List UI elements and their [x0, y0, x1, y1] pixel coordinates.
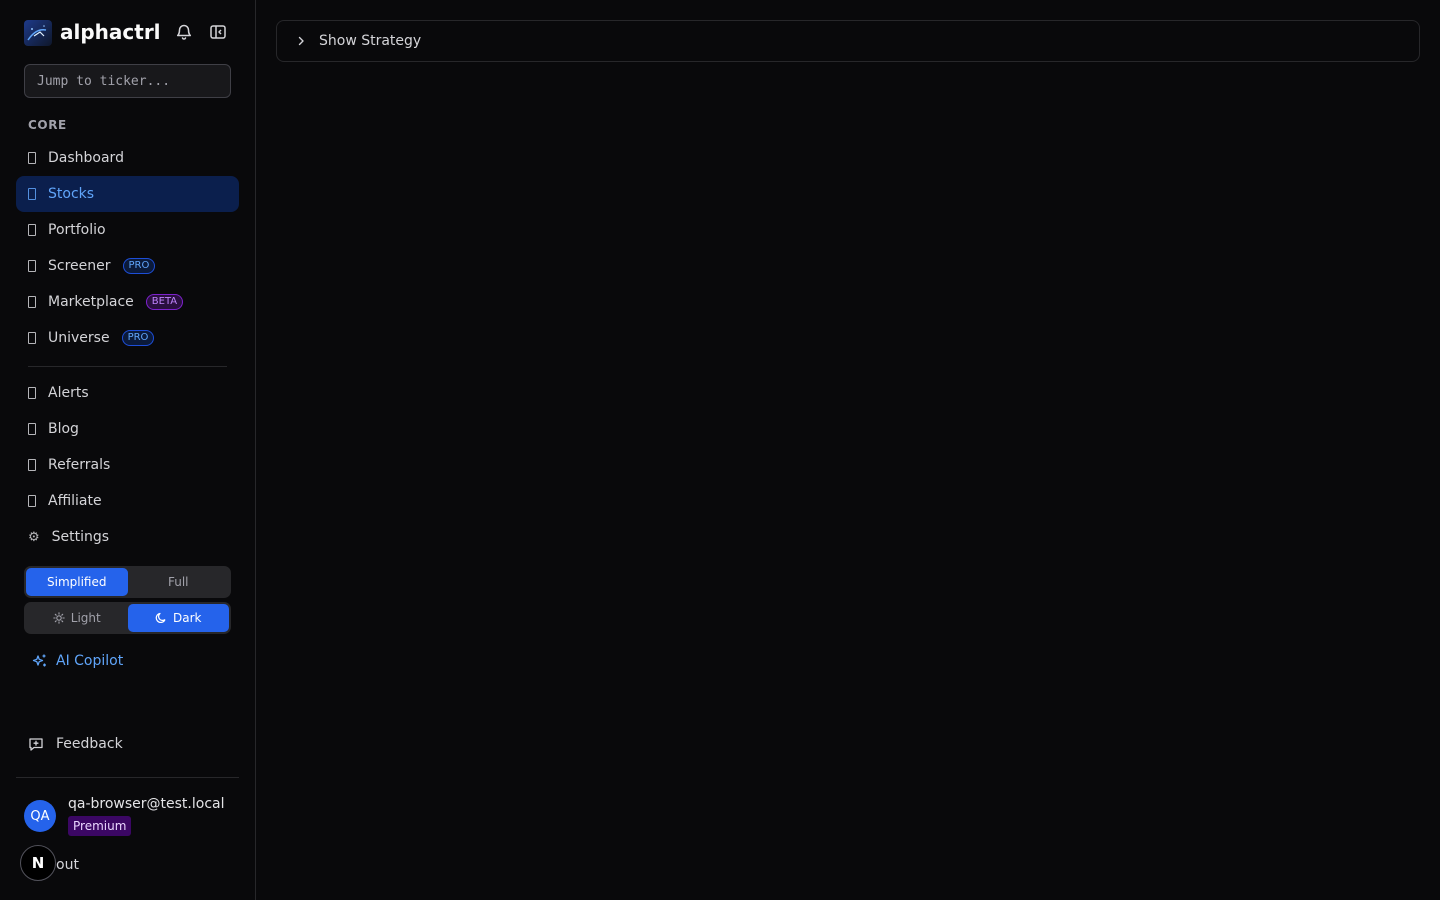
sidebar-item-portfolio[interactable]: Portfolio	[16, 212, 239, 248]
blog-icon	[28, 423, 36, 435]
sidebar-item-label: Marketplace	[48, 294, 134, 310]
sidebar-item-affiliate[interactable]: Affiliate	[16, 483, 239, 519]
sidebar-item-label: Alerts	[48, 385, 89, 401]
sidebar-item-label: Dashboard	[48, 150, 124, 166]
n-logo-icon[interactable]: N	[20, 845, 56, 881]
stocks-icon	[28, 188, 36, 200]
sidebar-item-label: Universe	[48, 330, 110, 346]
sidebar-item-label: Blog	[48, 421, 79, 437]
screener-icon	[28, 260, 36, 272]
sidebar-item-screener[interactable]: Screener PRO	[16, 248, 239, 284]
referrals-icon	[28, 459, 36, 471]
section-label-core: CORE	[28, 118, 67, 132]
sidebar-item-label: Referrals	[48, 457, 111, 473]
sidebar-divider	[16, 777, 239, 778]
sun-icon	[53, 612, 65, 624]
theme-light-button[interactable]: Light	[26, 604, 128, 632]
brand-header: alphactrl	[24, 18, 234, 46]
gear-icon: ⚙	[28, 529, 40, 545]
universe-icon	[28, 332, 36, 344]
theme-toggle: Light Dark	[24, 602, 231, 634]
sidebar-item-label: Screener	[48, 258, 111, 274]
moon-icon	[155, 612, 166, 624]
chevron-right-icon	[298, 36, 304, 46]
plan-badge: Premium	[68, 816, 132, 836]
sparkles-icon	[32, 654, 46, 667]
feedback-label: Feedback	[56, 736, 123, 752]
sidebar-item-settings[interactable]: ⚙ Settings	[16, 519, 239, 555]
view-mode-full-button[interactable]: Full	[128, 568, 230, 596]
bell-icon[interactable]	[174, 22, 194, 42]
sidebar-item-alerts[interactable]: Alerts	[16, 375, 239, 411]
portfolio-icon	[28, 224, 36, 236]
app: alphactrl CORE Dashboard	[0, 0, 1440, 900]
sidebar-item-marketplace[interactable]: Marketplace BETA	[16, 284, 239, 320]
sidebar-item-universe[interactable]: Universe PRO	[16, 320, 239, 356]
beta-badge: BETA	[145, 294, 184, 310]
ai-copilot-label: AI Copilot	[56, 653, 124, 669]
sidebar-item-label: Portfolio	[48, 222, 106, 238]
sidebar-item-referrals[interactable]: Referrals	[16, 447, 239, 483]
sidebar-divider	[28, 366, 227, 367]
avatar[interactable]: QA	[24, 800, 56, 832]
sidebar-item-label: Stocks	[48, 186, 95, 202]
sidebar: alphactrl CORE Dashboard	[0, 0, 256, 900]
show-strategy-toggle[interactable]: Show Strategy	[276, 20, 1420, 62]
theme-light-label: Light	[70, 611, 101, 625]
sidebar-item-blog[interactable]: Blog	[16, 411, 239, 447]
feedback-button[interactable]: Feedback	[28, 733, 123, 755]
marketplace-icon	[28, 296, 36, 308]
view-mode-simplified-button[interactable]: Simplified	[26, 568, 128, 596]
theme-dark-label: Dark	[173, 611, 202, 625]
view-mode-toggle: Simplified Full	[24, 566, 231, 598]
theme-dark-button[interactable]: Dark	[127, 604, 229, 632]
sidebar-item-stocks[interactable]: Stocks	[16, 176, 239, 212]
affiliate-icon	[28, 495, 36, 507]
feedback-icon	[29, 738, 43, 751]
sidebar-item-label: Affiliate	[48, 493, 102, 509]
user-email: qa-browser@test.local	[68, 796, 225, 812]
pro-badge: PRO	[122, 258, 156, 274]
sidebar-collapse-icon[interactable]	[208, 22, 228, 42]
sidebar-item-label: Settings	[51, 529, 110, 545]
sign-out-button[interactable]: out	[56, 857, 79, 873]
brand-name[interactable]: alphactrl	[60, 20, 168, 44]
show-strategy-label: Show Strategy	[319, 33, 422, 49]
dashboard-icon	[28, 152, 36, 164]
pro-badge: PRO	[121, 330, 155, 346]
ai-copilot-button[interactable]: AI Copilot	[32, 650, 123, 672]
sidebar-item-dashboard[interactable]: Dashboard	[16, 140, 239, 176]
brand-logo-icon[interactable]	[24, 20, 52, 46]
ticker-search-input[interactable]	[24, 64, 231, 98]
alerts-icon	[28, 387, 36, 399]
